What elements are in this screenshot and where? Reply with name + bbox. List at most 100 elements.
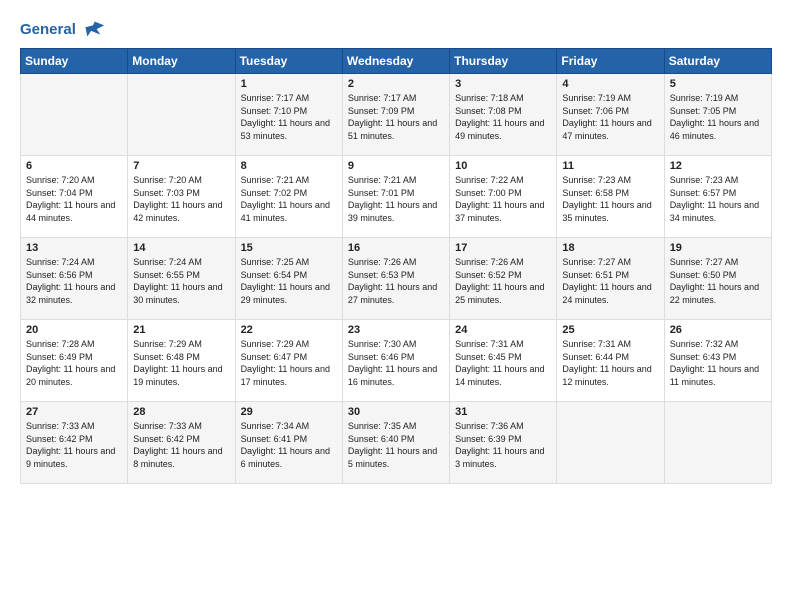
calendar-cell: 27 Sunrise: 7:33 AMSunset: 6:42 PMDayligh… [21, 402, 128, 484]
day-number: 27 [26, 406, 122, 418]
day-number: 8 [241, 160, 337, 172]
day-number: 31 [455, 406, 551, 418]
cell-content: Sunrise: 7:33 AMSunset: 6:42 PMDaylight:… [26, 420, 122, 470]
day-number: 22 [241, 324, 337, 336]
cell-content: Sunrise: 7:28 AMSunset: 6:49 PMDaylight:… [26, 338, 122, 388]
week-row-3: 13 Sunrise: 7:24 AMSunset: 6:56 PMDayligh… [21, 238, 772, 320]
week-row-4: 20 Sunrise: 7:28 AMSunset: 6:49 PMDayligh… [21, 320, 772, 402]
cell-content: Sunrise: 7:29 AMSunset: 6:48 PMDaylight:… [133, 338, 229, 388]
calendar-cell: 10Sunrise: 7:22 AMSunset: 7:00 PMDayligh… [450, 156, 557, 238]
day-number: 3 [455, 78, 551, 90]
weekday-header-sunday: Sunday [21, 49, 128, 74]
cell-content: Sunrise: 7:32 AMSunset: 6:43 PMDaylight:… [670, 338, 766, 388]
calendar-cell: 23 Sunrise: 7:30 AMSunset: 6:46 PMDayligh… [342, 320, 449, 402]
day-number: 1 [241, 78, 337, 90]
cell-content: Sunrise: 7:27 AMSunset: 6:51 PMDaylight:… [562, 256, 658, 306]
cell-content: Sunrise: 7:26 AMSunset: 6:53 PMDaylight:… [348, 256, 444, 306]
weekday-header-row: SundayMondayTuesdayWednesdayThursdayFrid… [21, 49, 772, 74]
cell-content: Sunrise: 7:25 AMSunset: 6:54 PMDaylight:… [241, 256, 337, 306]
calendar-table: SundayMondayTuesdayWednesdayThursdayFrid… [20, 48, 772, 484]
calendar-cell [664, 402, 771, 484]
calendar-cell: 3Sunrise: 7:18 AMSunset: 7:08 PMDaylight… [450, 74, 557, 156]
calendar-cell: 8Sunrise: 7:21 AMSunset: 7:02 PMDaylight… [235, 156, 342, 238]
calendar-cell: 7 Sunrise: 7:20 AMSunset: 7:03 PMDaylight… [128, 156, 235, 238]
cell-content: Sunrise: 7:17 AMSunset: 7:09 PMDaylight:… [348, 92, 444, 142]
calendar-page: General SundayMondayTuesdayWednesdayThur… [0, 0, 792, 612]
calendar-cell: 13 Sunrise: 7:24 AMSunset: 6:56 PMDayligh… [21, 238, 128, 320]
day-number: 12 [670, 160, 766, 172]
week-row-1: 1 Sunrise: 7:17 AMSunset: 7:10 PMDaylight… [21, 74, 772, 156]
logo-text: General [20, 22, 76, 39]
logo-bird-icon [78, 16, 106, 44]
cell-content: Sunrise: 7:31 AMSunset: 6:45 PMDaylight:… [455, 338, 551, 388]
day-number: 24 [455, 324, 551, 336]
cell-content: Sunrise: 7:23 AMSunset: 6:58 PMDaylight:… [562, 174, 658, 224]
day-number: 25 [562, 324, 658, 336]
cell-content: Sunrise: 7:17 AMSunset: 7:10 PMDaylight:… [241, 92, 337, 142]
cell-content: Sunrise: 7:33 AMSunset: 6:42 PMDaylight:… [133, 420, 229, 470]
calendar-cell: 11 Sunrise: 7:23 AMSunset: 6:58 PMDayligh… [557, 156, 664, 238]
day-number: 15 [241, 242, 337, 254]
calendar-cell: 22 Sunrise: 7:29 AMSunset: 6:47 PMDayligh… [235, 320, 342, 402]
day-number: 23 [348, 324, 444, 336]
day-number: 19 [670, 242, 766, 254]
day-number: 4 [562, 78, 658, 90]
day-number: 30 [348, 406, 444, 418]
calendar-cell: 19 Sunrise: 7:27 AMSunset: 6:50 PMDayligh… [664, 238, 771, 320]
cell-content: Sunrise: 7:20 AMSunset: 7:04 PMDaylight:… [26, 174, 122, 224]
week-row-2: 6 Sunrise: 7:20 AMSunset: 7:04 PMDaylight… [21, 156, 772, 238]
calendar-cell: 1 Sunrise: 7:17 AMSunset: 7:10 PMDaylight… [235, 74, 342, 156]
day-number: 16 [348, 242, 444, 254]
day-number: 11 [562, 160, 658, 172]
calendar-cell: 15 Sunrise: 7:25 AMSunset: 6:54 PMDayligh… [235, 238, 342, 320]
cell-content: Sunrise: 7:27 AMSunset: 6:50 PMDaylight:… [670, 256, 766, 306]
day-number: 21 [133, 324, 229, 336]
day-number: 6 [26, 160, 122, 172]
day-number: 5 [670, 78, 766, 90]
day-number: 20 [26, 324, 122, 336]
day-number: 7 [133, 160, 229, 172]
calendar-cell: 6 Sunrise: 7:20 AMSunset: 7:04 PMDaylight… [21, 156, 128, 238]
day-number: 10 [455, 160, 551, 172]
cell-content: Sunrise: 7:20 AMSunset: 7:03 PMDaylight:… [133, 174, 229, 224]
calendar-cell [128, 74, 235, 156]
day-number: 9 [348, 160, 444, 172]
day-number: 17 [455, 242, 551, 254]
calendar-cell [557, 402, 664, 484]
logo: General [20, 16, 106, 40]
weekday-header-saturday: Saturday [664, 49, 771, 74]
day-number: 13 [26, 242, 122, 254]
calendar-cell: 17 Sunrise: 7:26 AMSunset: 6:52 PMDayligh… [450, 238, 557, 320]
cell-content: Sunrise: 7:24 AMSunset: 6:56 PMDaylight:… [26, 256, 122, 306]
calendar-cell: 9 Sunrise: 7:21 AMSunset: 7:01 PMDaylight… [342, 156, 449, 238]
calendar-cell: 26 Sunrise: 7:32 AMSunset: 6:43 PMDayligh… [664, 320, 771, 402]
cell-content: Sunrise: 7:24 AMSunset: 6:55 PMDaylight:… [133, 256, 229, 306]
calendar-cell: 14Sunrise: 7:24 AMSunset: 6:55 PMDayligh… [128, 238, 235, 320]
day-number: 2 [348, 78, 444, 90]
calendar-cell: 24 Sunrise: 7:31 AMSunset: 6:45 PMDayligh… [450, 320, 557, 402]
cell-content: Sunrise: 7:29 AMSunset: 6:47 PMDaylight:… [241, 338, 337, 388]
calendar-cell: 20 Sunrise: 7:28 AMSunset: 6:49 PMDayligh… [21, 320, 128, 402]
calendar-cell [21, 74, 128, 156]
calendar-cell: 31 Sunrise: 7:36 AMSunset: 6:39 PMDayligh… [450, 402, 557, 484]
calendar-cell: 5Sunrise: 7:19 AMSunset: 7:05 PMDaylight… [664, 74, 771, 156]
calendar-cell: 4Sunrise: 7:19 AMSunset: 7:06 PMDaylight… [557, 74, 664, 156]
cell-content: Sunrise: 7:23 AMSunset: 6:57 PMDaylight:… [670, 174, 766, 224]
cell-content: Sunrise: 7:35 AMSunset: 6:40 PMDaylight:… [348, 420, 444, 470]
cell-content: Sunrise: 7:21 AMSunset: 7:01 PMDaylight:… [348, 174, 444, 224]
calendar-cell: 28 Sunrise: 7:33 AMSunset: 6:42 PMDayligh… [128, 402, 235, 484]
cell-content: Sunrise: 7:36 AMSunset: 6:39 PMDaylight:… [455, 420, 551, 470]
calendar-cell: 18 Sunrise: 7:27 AMSunset: 6:51 PMDayligh… [557, 238, 664, 320]
weekday-header-monday: Monday [128, 49, 235, 74]
cell-content: Sunrise: 7:26 AMSunset: 6:52 PMDaylight:… [455, 256, 551, 306]
header: General [20, 16, 772, 40]
cell-content: Sunrise: 7:30 AMSunset: 6:46 PMDaylight:… [348, 338, 444, 388]
day-number: 26 [670, 324, 766, 336]
cell-content: Sunrise: 7:31 AMSunset: 6:44 PMDaylight:… [562, 338, 658, 388]
day-number: 28 [133, 406, 229, 418]
day-number: 18 [562, 242, 658, 254]
weekday-header-tuesday: Tuesday [235, 49, 342, 74]
calendar-cell: 12 Sunrise: 7:23 AMSunset: 6:57 PMDayligh… [664, 156, 771, 238]
calendar-cell: 25 Sunrise: 7:31 AMSunset: 6:44 PMDayligh… [557, 320, 664, 402]
calendar-cell: 30 Sunrise: 7:35 AMSunset: 6:40 PMDayligh… [342, 402, 449, 484]
